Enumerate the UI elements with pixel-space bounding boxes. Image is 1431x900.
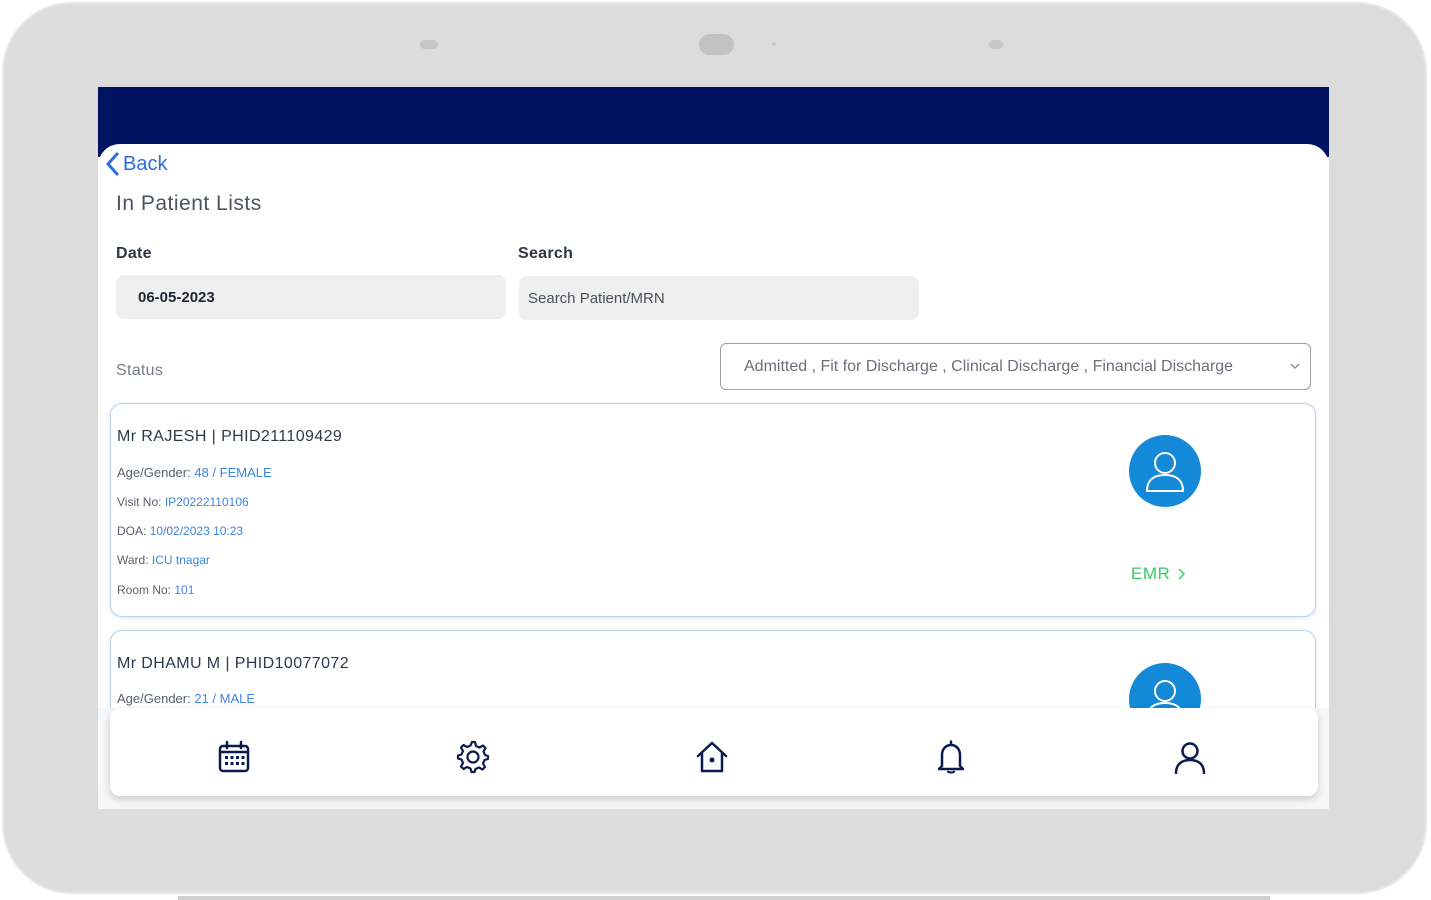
bottom-nav xyxy=(110,708,1318,796)
room-row: Room No: 101 xyxy=(117,583,194,597)
frame-edge xyxy=(178,896,1270,900)
back-button[interactable]: Back xyxy=(105,152,167,176)
home-icon xyxy=(696,741,728,773)
front-camera xyxy=(699,34,734,55)
room-label: Room No: xyxy=(117,583,172,597)
age-gender-value: 21 / MALE xyxy=(194,691,256,706)
nav-settings[interactable] xyxy=(455,739,491,775)
nav-calendar[interactable] xyxy=(216,739,252,775)
visit-row: Visit No: IP20222110106 xyxy=(117,495,249,509)
visit-label: Visit No: xyxy=(117,495,162,509)
age-gender-value: 48 / FEMALE xyxy=(194,465,272,480)
ward-value: ICU tnagar xyxy=(151,553,210,567)
doa-label: DOA: xyxy=(117,524,147,538)
speaker-right xyxy=(989,40,1003,49)
visit-value: IP20222110106 xyxy=(164,495,249,509)
sensor-dot xyxy=(772,42,776,46)
patient-name: Mr RAJESH | PHID211109429 xyxy=(117,428,343,445)
patient-avatar xyxy=(1129,435,1201,507)
emr-label: EMR xyxy=(1131,564,1171,583)
user-icon xyxy=(1174,742,1206,774)
date-label: Date xyxy=(116,245,152,262)
page-title: In Patient Lists xyxy=(116,192,262,215)
gear-icon xyxy=(456,740,490,774)
search-placeholder: Search Patient/MRN xyxy=(528,289,665,307)
status-label: Status xyxy=(116,362,164,379)
status-select[interactable]: Admitted , Fit for Discharge , Clinical … xyxy=(720,343,1311,390)
doa-value: 10/02/2023 10:23 xyxy=(149,524,244,538)
search-label: Search xyxy=(518,245,574,262)
back-label: Back xyxy=(123,152,168,175)
age-gender-label: Age/Gender: xyxy=(117,691,191,706)
age-gender-row: Age/Gender: 48 / FEMALE xyxy=(117,465,272,480)
doa-row: DOA: 10/02/2023 10:23 xyxy=(117,524,243,538)
nav-home[interactable] xyxy=(694,739,730,775)
chevron-down-icon xyxy=(1290,363,1300,370)
chevron-right-icon xyxy=(1178,568,1186,580)
search-input[interactable]: Search Patient/MRN xyxy=(519,276,919,320)
age-gender-label: Age/Gender: xyxy=(117,465,191,480)
date-field[interactable]: 06-05-2023 xyxy=(116,275,506,319)
user-avatar-icon xyxy=(1146,452,1184,492)
app-screen: Back In Patient Lists Date 06-05-2023 Se… xyxy=(98,87,1329,809)
age-gender-row: Age/Gender: 21 / MALE xyxy=(117,691,255,706)
date-value: 06-05-2023 xyxy=(138,288,215,306)
ward-label: Ward: xyxy=(117,553,149,567)
bell-icon xyxy=(937,740,965,774)
speaker-left xyxy=(420,40,438,49)
emr-link[interactable]: EMR xyxy=(1131,564,1186,584)
patient-name: Mr DHAMU M | PHID10077072 xyxy=(117,655,349,672)
patient-card[interactable]: Mr RAJESH | PHID211109429 Age/Gender: 48… xyxy=(110,403,1316,617)
nav-profile[interactable] xyxy=(1172,739,1208,775)
calendar-icon xyxy=(218,740,250,773)
ward-row: Ward: ICU tnagar xyxy=(117,553,210,567)
status-selected-value: Admitted , Fit for Discharge , Clinical … xyxy=(744,357,1234,375)
room-value: 101 xyxy=(174,583,195,597)
nav-notifications[interactable] xyxy=(933,739,969,775)
chevron-left-icon xyxy=(106,152,119,176)
